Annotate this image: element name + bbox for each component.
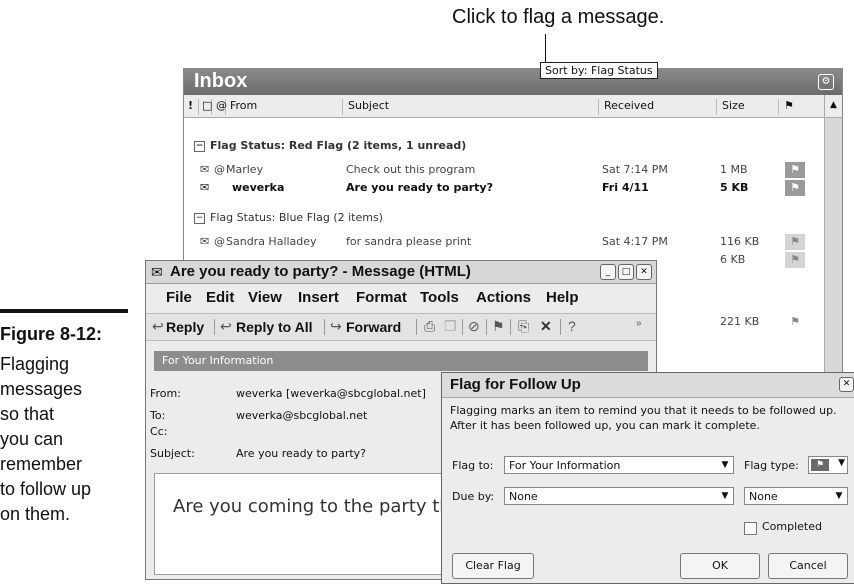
menu-bar: File Edit View Insert Format Tools Actio… bbox=[146, 285, 656, 311]
from-value[interactable]: weverka [weverka@sbcglobal.net] bbox=[236, 387, 426, 400]
figure-rule bbox=[0, 309, 128, 313]
group-header-red-flag[interactable]: − Flag Status: Red Flag (2 items, 1 unrea… bbox=[194, 139, 466, 152]
close-icon[interactable]: ✕ bbox=[636, 264, 652, 280]
message-row[interactable]: ✉ weverka Are you ready to party? Fri 4/… bbox=[184, 179, 824, 197]
block-icon[interactable]: ⊘ bbox=[468, 318, 480, 335]
column-received[interactable]: Received bbox=[600, 99, 717, 115]
due-by-combobox[interactable]: None ▼ bbox=[504, 487, 734, 505]
attachment-icon: @ bbox=[214, 235, 225, 248]
callout-text: Click to flag a message. bbox=[452, 6, 665, 28]
folder-options-icon[interactable]: ⚙ bbox=[818, 74, 834, 90]
red-flag-icon: ⚑ bbox=[811, 459, 829, 471]
from-label: From: bbox=[150, 387, 181, 400]
move-to-folder-icon[interactable]: ⎘ bbox=[518, 318, 529, 335]
flag-status-column-icon[interactable]: ⚑ bbox=[780, 99, 806, 115]
icon-column-icon[interactable]: □ bbox=[198, 99, 212, 115]
message-toolbar: ↩ Reply ↩ Reply to All ↪ Forward ⎙ ❐ ⊘ ⚑… bbox=[146, 313, 656, 341]
empty-flag-icon[interactable]: ⚑ bbox=[785, 314, 805, 330]
menu-help[interactable]: Help bbox=[546, 289, 579, 306]
subject-label: Subject: bbox=[150, 447, 195, 460]
flag-type-select[interactable]: ⚑ ▼ bbox=[808, 456, 848, 474]
column-size[interactable]: Size bbox=[718, 99, 779, 115]
flag-type-label: Flag type: bbox=[744, 459, 799, 472]
dialog-description: Flagging marks an item to remind you tha… bbox=[450, 404, 837, 432]
read-envelope-icon: ✉ bbox=[200, 235, 210, 248]
message-window-title: Are you ready to party? - Message (HTML) bbox=[170, 263, 471, 280]
collapse-icon[interactable]: − bbox=[194, 140, 205, 152]
completed-label: Completed bbox=[762, 520, 822, 533]
to-value[interactable]: weverka@sbcglobal.net bbox=[236, 409, 367, 422]
message-row[interactable]: ✉ @ Sandra Halladey for sandra please pr… bbox=[184, 233, 824, 251]
sort-tooltip: Sort by: Flag Status bbox=[540, 62, 658, 79]
ok-button[interactable]: OK bbox=[680, 553, 760, 579]
delete-icon[interactable]: ✕ bbox=[540, 318, 552, 335]
reply-icon: ↩ bbox=[152, 318, 164, 334]
menu-tools[interactable]: Tools bbox=[420, 289, 459, 306]
blue-flag-icon[interactable]: ⚑ bbox=[785, 252, 805, 268]
read-envelope-icon: ✉ bbox=[200, 163, 210, 176]
close-icon[interactable]: ✕ bbox=[839, 377, 854, 392]
help-icon[interactable]: ? bbox=[568, 318, 576, 334]
forward-icon: ↪ bbox=[330, 318, 342, 334]
column-subject[interactable]: Subject bbox=[344, 99, 599, 115]
due-time-combobox[interactable]: None ▼ bbox=[744, 487, 848, 505]
attachment-column-icon[interactable]: @ bbox=[212, 99, 227, 115]
reply-all-button[interactable]: Reply to All bbox=[236, 319, 313, 335]
minimize-icon[interactable]: _ bbox=[600, 264, 616, 280]
menu-view[interactable]: View bbox=[248, 289, 282, 306]
subject-value: Are you ready to party? bbox=[236, 447, 367, 460]
reply-button[interactable]: Reply bbox=[166, 319, 204, 335]
clear-flag-button[interactable]: Clear Flag bbox=[452, 553, 534, 579]
menu-file[interactable]: File bbox=[166, 289, 192, 306]
copy-icon[interactable]: ❐ bbox=[444, 318, 457, 335]
chevron-down-icon[interactable]: ▼ bbox=[717, 457, 733, 473]
cc-label: Cc: bbox=[150, 425, 168, 438]
toolbar-overflow-icon[interactable]: » bbox=[636, 318, 642, 329]
info-bar: For Your Information bbox=[154, 351, 648, 371]
collapse-icon[interactable]: − bbox=[194, 212, 205, 224]
importance-column-icon[interactable]: ! bbox=[184, 99, 199, 115]
reply-all-icon: ↩ bbox=[220, 318, 232, 334]
completed-checkbox[interactable] bbox=[744, 522, 757, 535]
figure-number: Figure 8-12: bbox=[0, 324, 103, 344]
chevron-down-icon[interactable]: ▼ bbox=[838, 458, 845, 468]
chevron-down-icon[interactable]: ▼ bbox=[831, 488, 847, 504]
flag-icon[interactable]: ⚑ bbox=[492, 318, 505, 335]
column-from[interactable]: From bbox=[226, 99, 343, 115]
flag-to-combobox[interactable]: For Your Information ▼ bbox=[504, 456, 734, 474]
inbox-title: Inbox bbox=[194, 70, 248, 92]
column-header-bar: ! □ @ From Subject Received Size ⚑ bbox=[184, 95, 824, 118]
menu-actions[interactable]: Actions bbox=[476, 289, 531, 306]
to-label: To: bbox=[150, 409, 166, 422]
flag-dialog: Flag for Follow Up ✕ Flagging marks an i… bbox=[441, 372, 854, 584]
red-flag-icon[interactable]: ⚑ bbox=[785, 162, 805, 178]
menu-edit[interactable]: Edit bbox=[206, 289, 234, 306]
unread-envelope-icon: ✉ bbox=[200, 181, 210, 194]
menu-insert[interactable]: Insert bbox=[298, 289, 339, 306]
print-icon[interactable]: ⎙ bbox=[424, 318, 435, 335]
message-row[interactable]: ✉ @ Marley Check out this program Sat 7:… bbox=[184, 161, 824, 179]
blue-flag-icon[interactable]: ⚑ bbox=[785, 234, 805, 250]
scroll-up-arrow-icon[interactable]: ▲ bbox=[825, 95, 842, 118]
attachment-icon: @ bbox=[214, 163, 225, 176]
group-header-blue-flag[interactable]: − Flag Status: Blue Flag (2 items) bbox=[194, 211, 383, 224]
forward-button[interactable]: Forward bbox=[346, 319, 401, 335]
inbox-titlebar: Inbox ⚙ bbox=[184, 69, 842, 95]
message-titlebar: ✉ Are you ready to party? - Message (HTM… bbox=[146, 261, 656, 284]
envelope-icon: ✉ bbox=[151, 265, 163, 281]
due-by-label: Due by: bbox=[452, 490, 495, 503]
figure-caption: Flagging messages so that you can rememb… bbox=[0, 354, 92, 524]
red-flag-icon[interactable]: ⚑ bbox=[785, 180, 805, 196]
chevron-down-icon[interactable]: ▼ bbox=[717, 488, 733, 504]
cancel-button[interactable]: Cancel bbox=[768, 553, 848, 579]
flag-to-label: Flag to: bbox=[452, 459, 494, 472]
maximize-icon[interactable]: □ bbox=[618, 264, 634, 280]
dialog-title: Flag for Follow Up bbox=[450, 376, 581, 393]
menu-format[interactable]: Format bbox=[356, 289, 407, 306]
dialog-titlebar: Flag for Follow Up ✕ bbox=[442, 373, 854, 398]
